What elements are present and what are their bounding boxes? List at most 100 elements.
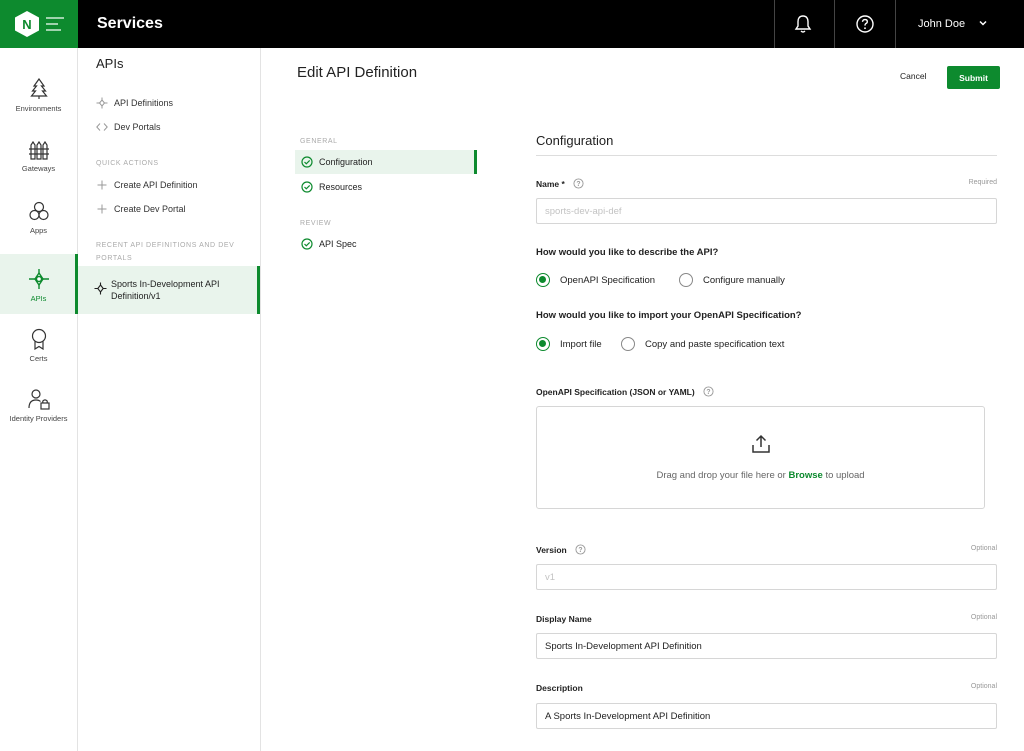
- secnav-label: API Definitions: [114, 98, 174, 108]
- rail-label: Environments: [15, 104, 62, 113]
- rail-item-apps[interactable]: Apps: [0, 200, 77, 260]
- display-name-label-text: Display Name: [536, 614, 592, 624]
- api-icon: [96, 97, 108, 109]
- rail-label: APIs: [30, 294, 47, 303]
- recent-item-label: Sports In-Development API Definition/v1: [111, 279, 220, 301]
- logo[interactable]: N: [0, 0, 78, 48]
- radio-configure-manually[interactable]: Configure manually: [679, 273, 785, 287]
- svg-text:?: ?: [578, 547, 582, 554]
- section-title: Configuration: [536, 133, 614, 148]
- rail-label: Apps: [29, 226, 48, 235]
- radio-selected-icon: [536, 337, 550, 351]
- step-resources[interactable]: Resources: [295, 175, 477, 199]
- version-label: Version ?: [536, 544, 586, 555]
- user-name[interactable]: John Doe: [918, 18, 965, 30]
- describe-question: How would you like to describe the API?: [536, 247, 719, 258]
- radio-label: Configure manually: [703, 274, 785, 286]
- secnav-label: Create API Definition: [114, 180, 198, 190]
- upload-icon: [752, 434, 770, 453]
- dropzone-text-before: Drag and drop your file here or: [656, 470, 789, 481]
- description-input[interactable]: [536, 703, 997, 729]
- step-label: Resources: [319, 182, 363, 192]
- spec-label-text: OpenAPI Specification (JSON or YAML): [536, 386, 695, 397]
- quick-actions-heading: QUICK ACTIONS: [96, 160, 159, 167]
- badge-icon: [31, 328, 46, 350]
- code-icon: [96, 121, 108, 133]
- divider: [774, 0, 775, 48]
- radio-selected-icon: [536, 273, 550, 287]
- nginx-logo-icon: N: [15, 11, 39, 37]
- app-title: Services: [97, 15, 163, 32]
- secnav-item-api-definitions[interactable]: API Definitions: [96, 97, 173, 109]
- rail-label: Certs: [29, 354, 48, 363]
- optional-note: Optional: [970, 683, 997, 690]
- version-label-text: Version: [536, 544, 567, 555]
- api-icon: [28, 269, 49, 289]
- file-dropzone[interactable]: Drag and drop your file here or Browse t…: [536, 406, 985, 509]
- import-question: How would you like to import your OpenAP…: [536, 310, 802, 321]
- secnav-label: Create Dev Portal: [114, 204, 186, 214]
- step-heading-review: REVIEW: [300, 220, 332, 227]
- svg-text:N: N: [22, 17, 31, 32]
- recent-heading: RECENT API DEFINITIONS AND DEV PORTALS: [96, 242, 235, 262]
- rail-item-gateways[interactable]: Gateways: [0, 140, 77, 200]
- dropzone-text: Drag and drop your file here or Browse t…: [537, 470, 984, 481]
- radio-unselected-icon: [679, 273, 693, 287]
- radio-unselected-icon: [621, 337, 635, 351]
- display-name-input[interactable]: [536, 633, 997, 659]
- help-icon[interactable]: [855, 14, 875, 34]
- bell-icon[interactable]: [793, 14, 813, 34]
- radio-label: Import file: [560, 338, 602, 350]
- optional-note: Optional: [970, 614, 997, 621]
- submit-button[interactable]: Submit: [947, 66, 1000, 89]
- create-dev-portal-link[interactable]: Create Dev Portal: [96, 203, 186, 215]
- rail-item-identity-providers[interactable]: Identity Providers: [0, 388, 77, 448]
- spec-label: OpenAPI Specification (JSON or YAML) ?: [536, 386, 714, 397]
- divider: [834, 0, 835, 48]
- step-api-spec[interactable]: API Spec: [295, 232, 477, 256]
- description-label: Description: [536, 683, 583, 693]
- chevron-down-icon[interactable]: [977, 17, 989, 29]
- recent-item-sports-api[interactable]: Sports In-Development API Definition/v1: [78, 266, 260, 314]
- version-input[interactable]: [536, 564, 997, 590]
- secnav-title: APIs: [96, 56, 124, 71]
- step-configuration[interactable]: Configuration: [295, 150, 477, 174]
- browse-link[interactable]: Browse: [788, 470, 822, 481]
- cancel-button[interactable]: Cancel: [900, 71, 926, 81]
- required-note: Required: [968, 179, 997, 186]
- menu-icon[interactable]: [46, 17, 64, 35]
- radio-copy-paste[interactable]: Copy and paste specification text: [621, 337, 784, 351]
- rail-item-environments[interactable]: Environments: [0, 78, 77, 138]
- description-label-text: Description: [536, 683, 583, 693]
- radio-openapi-spec[interactable]: OpenAPI Specification: [536, 273, 655, 287]
- name-input[interactable]: [536, 198, 997, 224]
- top-bar: N Services John Doe: [0, 0, 1024, 48]
- divider: [536, 155, 997, 156]
- secnav-item-dev-portals[interactable]: Dev Portals: [96, 121, 161, 133]
- name-label-text: Name *: [536, 178, 565, 189]
- optional-note: Optional: [970, 545, 997, 552]
- help-icon[interactable]: ?: [575, 544, 586, 555]
- help-icon[interactable]: ?: [573, 178, 584, 189]
- display-name-label: Display Name: [536, 614, 592, 624]
- rail-label: Identity Providers: [9, 414, 68, 423]
- user-lock-icon: [27, 389, 50, 410]
- radio-import-file[interactable]: Import file: [536, 337, 602, 351]
- plus-icon: [96, 179, 108, 191]
- secondary-nav: APIs API Definitions Dev Portals QUICK A…: [78, 48, 261, 751]
- svg-text:?: ?: [706, 389, 710, 396]
- create-api-definition-link[interactable]: Create API Definition: [96, 179, 198, 191]
- check-circle-icon: [301, 238, 313, 250]
- step-heading-general: GENERAL: [300, 138, 338, 145]
- rail-label: Gateways: [21, 164, 56, 173]
- radio-label: OpenAPI Specification: [560, 274, 656, 286]
- rail-item-apis[interactable]: APIs: [0, 254, 78, 314]
- hexagons-icon: [28, 201, 49, 221]
- check-circle-icon: [301, 181, 313, 193]
- check-circle-icon: [301, 156, 313, 168]
- page-title: Edit API Definition: [297, 64, 418, 81]
- step-label: API Spec: [319, 239, 357, 249]
- rail-item-certs[interactable]: Certs: [0, 328, 77, 388]
- dropzone-text-after: to upload: [822, 470, 865, 481]
- help-icon[interactable]: ?: [703, 386, 714, 397]
